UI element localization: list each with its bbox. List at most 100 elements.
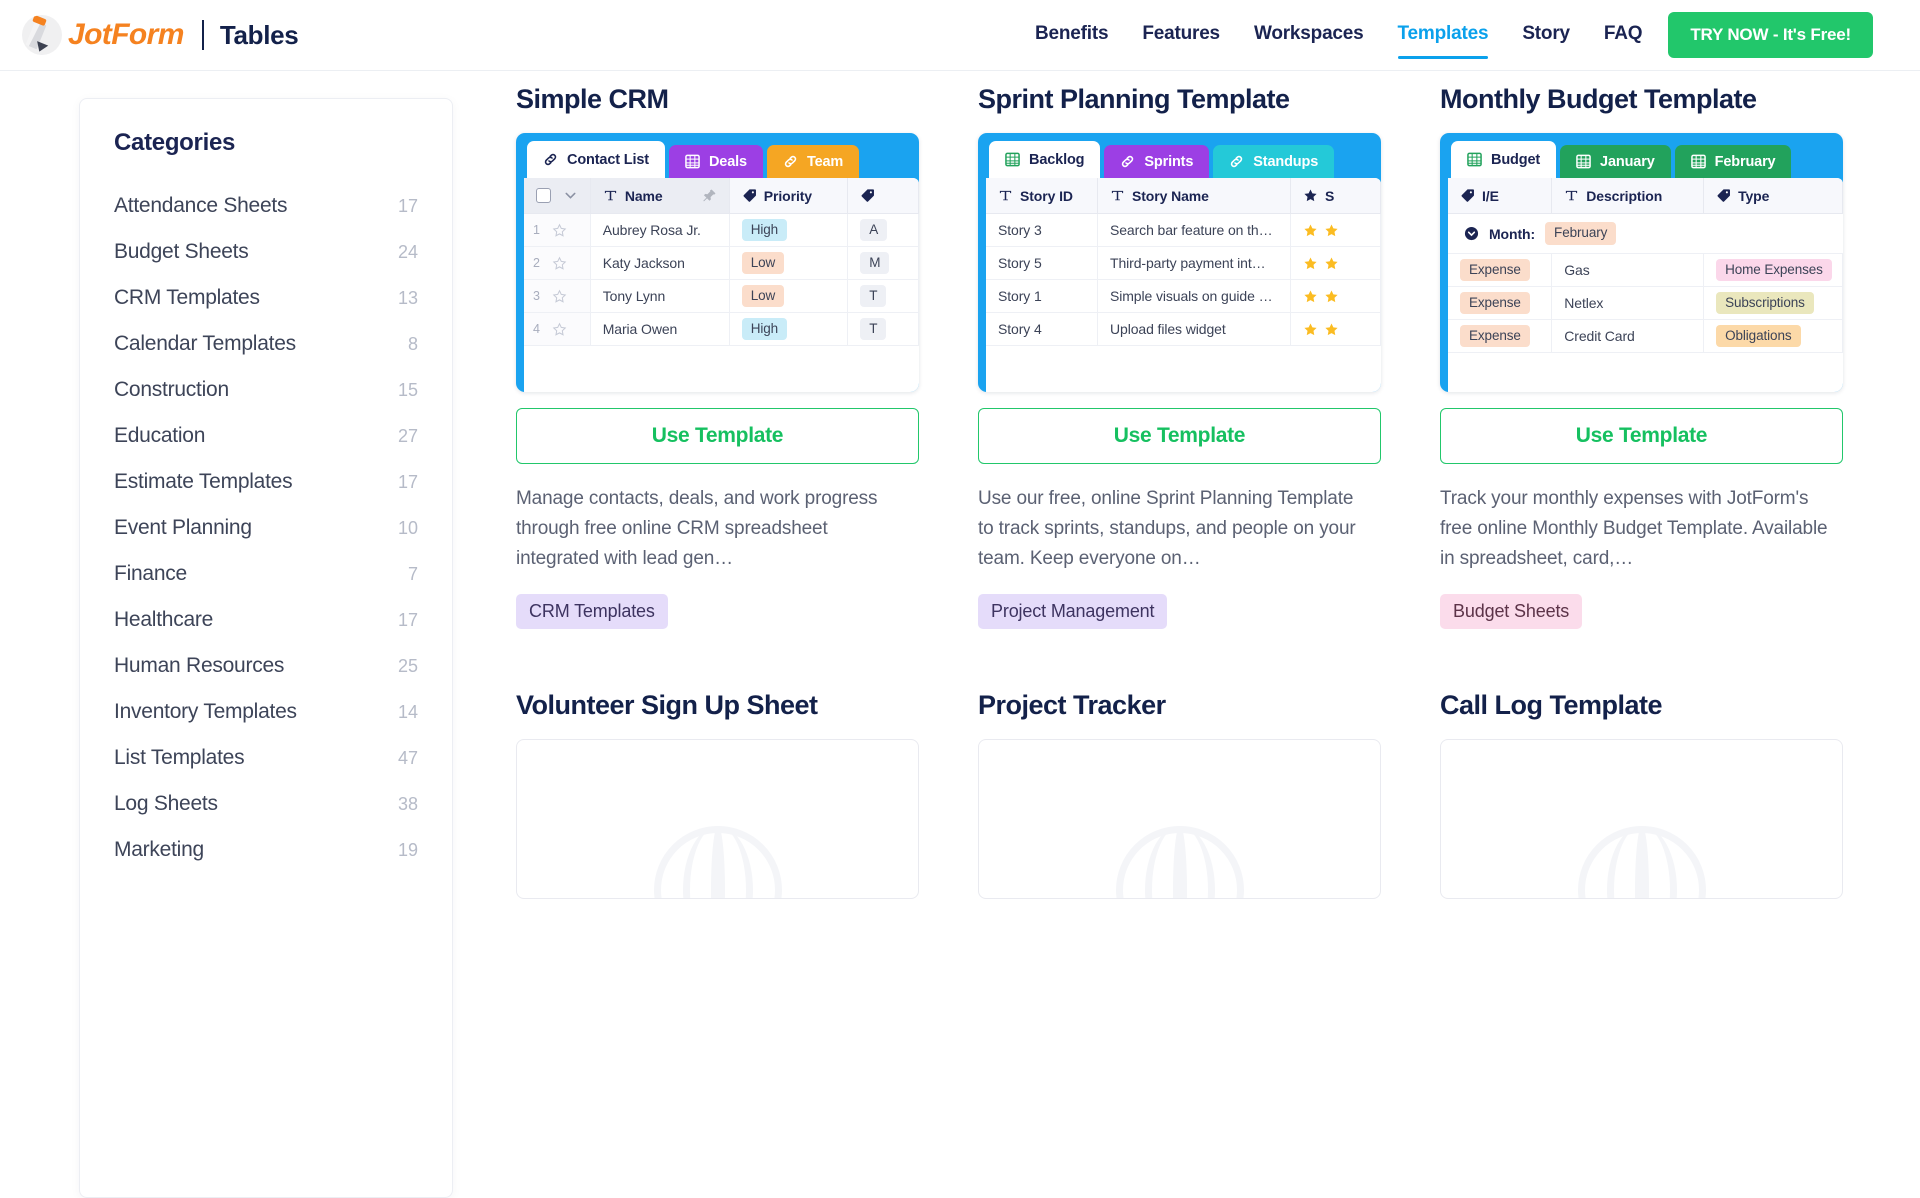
template-cards-row-2: Volunteer Sign Up Sheet Project Tracker … bbox=[516, 690, 1920, 899]
row-number: 3 bbox=[533, 289, 540, 303]
sidebar-item-list-templates[interactable]: List Templates 47 bbox=[114, 735, 418, 781]
group-row[interactable]: Month: February bbox=[1448, 214, 1843, 254]
preview-tab-deals[interactable]: Deals bbox=[668, 145, 763, 178]
cell-type: Obligations bbox=[1704, 320, 1843, 352]
nav-item-benefits[interactable]: Benefits bbox=[1035, 9, 1109, 61]
table-row[interactable]: 3 Tony Lynn Low T bbox=[524, 280, 919, 313]
table-row[interactable]: 1 Aubrey Rosa Jr. High A bbox=[524, 214, 919, 247]
table-row[interactable]: Expense Credit Card Obligations bbox=[1448, 320, 1843, 353]
template-preview-placeholder[interactable] bbox=[516, 739, 919, 899]
sidebar-item-inventory-templates[interactable]: Inventory Templates 14 bbox=[114, 689, 418, 735]
column-header-story-name[interactable]: Story Name bbox=[1098, 178, 1291, 213]
column-header-score[interactable]: S bbox=[1291, 178, 1381, 213]
cell-ie: Expense bbox=[1448, 320, 1553, 352]
template-preview[interactable]: Contact List Deals Team Name Priority 1 A… bbox=[516, 133, 919, 392]
cell-priority: High bbox=[730, 214, 849, 246]
template-preview[interactable]: Budget January February I/E Description Ty… bbox=[1440, 133, 1843, 392]
column-header-name[interactable]: Name bbox=[590, 178, 730, 213]
table-row[interactable]: Expense Gas Home Expenses bbox=[1448, 254, 1843, 287]
nav-item-templates[interactable]: Templates bbox=[1397, 9, 1489, 61]
cell-description: Credit Card bbox=[1552, 320, 1705, 352]
table-row[interactable]: 4 Maria Owen High T bbox=[524, 313, 919, 346]
template-preview[interactable]: Backlog Sprints Standups Story ID Story N… bbox=[978, 133, 1381, 392]
template-card: Simple CRM Contact List Deals Team Name P… bbox=[516, 84, 919, 629]
sidebar-item-estimate-templates[interactable]: Estimate Templates 17 bbox=[114, 459, 418, 505]
collapse-icon[interactable] bbox=[1464, 226, 1479, 241]
table-row[interactable]: Expense Netlex Subscriptions bbox=[1448, 287, 1843, 320]
extra-pill: T bbox=[860, 317, 887, 341]
sidebar-item-education[interactable]: Education 27 bbox=[114, 413, 418, 459]
cell-story-id: Story 4 bbox=[986, 313, 1098, 345]
column-header-extra[interactable] bbox=[848, 178, 919, 213]
try-now-button[interactable]: TRY NOW - It's Free! bbox=[1668, 12, 1873, 58]
checkbox-icon[interactable] bbox=[536, 188, 551, 203]
cell-name: Tony Lynn bbox=[591, 280, 730, 312]
column-header-story-id[interactable]: Story ID bbox=[986, 178, 1098, 213]
preview-tab-label: Budget bbox=[1491, 151, 1541, 168]
sidebar-item-crm-templates[interactable]: CRM Templates 13 bbox=[114, 275, 418, 321]
table-row[interactable]: 2 Katy Jackson Low M bbox=[524, 247, 919, 280]
sidebar-item-construction[interactable]: Construction 15 bbox=[114, 367, 418, 413]
preview-tab-january[interactable]: January bbox=[1560, 145, 1671, 178]
sidebar-item-marketing[interactable]: Marketing 19 bbox=[114, 827, 418, 873]
pin-icon[interactable] bbox=[702, 188, 717, 203]
star-outline-icon[interactable] bbox=[552, 256, 567, 271]
use-template-button[interactable]: Use Template bbox=[978, 408, 1381, 464]
preview-tab-budget[interactable]: Budget bbox=[1451, 141, 1557, 178]
extra-pill: T bbox=[860, 284, 887, 308]
nav-item-story[interactable]: Story bbox=[1522, 9, 1570, 61]
column-header-priority[interactable]: Priority bbox=[730, 178, 849, 213]
sidebar-item-log-sheets[interactable]: Log Sheets 38 bbox=[114, 781, 418, 827]
template-preview-placeholder[interactable] bbox=[978, 739, 1381, 899]
ie-pill: Expense bbox=[1460, 324, 1530, 348]
grid-icon bbox=[685, 154, 700, 169]
star-icon bbox=[1304, 290, 1317, 302]
star-outline-icon[interactable] bbox=[552, 289, 567, 304]
sidebar-item-human-resources[interactable]: Human Resources 25 bbox=[114, 643, 418, 689]
category-label: Attendance Sheets bbox=[114, 194, 288, 217]
column-header-select[interactable] bbox=[524, 178, 591, 213]
table-row[interactable]: Story 3 Search bar feature on th… bbox=[986, 214, 1381, 247]
category-count: 17 bbox=[397, 472, 418, 492]
preview-tab-team[interactable]: Team bbox=[766, 145, 860, 178]
sidebar-item-attendance-sheets[interactable]: Attendance Sheets 17 bbox=[114, 183, 418, 229]
preview-tab-contact-list[interactable]: Contact List bbox=[527, 141, 665, 178]
sidebar-title: Categories bbox=[114, 129, 236, 156]
category-label: Education bbox=[114, 424, 206, 447]
group-label: Month: bbox=[1489, 225, 1536, 242]
sidebar-item-calendar-templates[interactable]: Calendar Templates 8 bbox=[114, 321, 418, 367]
nav-item-features[interactable]: Features bbox=[1142, 9, 1220, 61]
use-template-button[interactable]: Use Template bbox=[516, 408, 919, 464]
preview-tab-bar: Budget January February bbox=[1448, 141, 1843, 178]
column-header-ie[interactable]: I/E bbox=[1448, 178, 1553, 213]
preview-tab-backlog[interactable]: Backlog bbox=[989, 141, 1101, 178]
link-icon bbox=[544, 153, 557, 166]
sidebar-item-healthcare[interactable]: Healthcare 17 bbox=[114, 597, 418, 643]
preview-tab-february[interactable]: February bbox=[1674, 145, 1792, 178]
template-category-tag[interactable]: Budget Sheets bbox=[1440, 594, 1583, 629]
sidebar-item-event-planning[interactable]: Event Planning 10 bbox=[114, 505, 418, 551]
nav-item-faq[interactable]: FAQ bbox=[1604, 9, 1643, 61]
nav-item-workspaces[interactable]: Workspaces bbox=[1254, 9, 1364, 61]
sidebar-item-budget-sheets[interactable]: Budget Sheets 24 bbox=[114, 229, 418, 275]
chevron-down-icon[interactable] bbox=[563, 188, 578, 203]
preview-tab-standups[interactable]: Standups bbox=[1213, 145, 1335, 178]
brand-logo[interactable]: JotForm Tables bbox=[22, 15, 299, 55]
column-header-type[interactable]: Type bbox=[1704, 178, 1843, 213]
template-preview-placeholder[interactable] bbox=[1440, 739, 1843, 899]
table-row[interactable]: Story 4 Upload files widget bbox=[986, 313, 1381, 346]
template-category-tag[interactable]: Project Management bbox=[978, 594, 1168, 629]
column-label: I/E bbox=[1482, 187, 1499, 204]
column-header-description[interactable]: Description bbox=[1552, 178, 1705, 213]
table-row[interactable]: Story 1 Simple visuals on guide … bbox=[986, 280, 1381, 313]
star-outline-icon[interactable] bbox=[552, 322, 567, 337]
use-template-button[interactable]: Use Template bbox=[1440, 408, 1843, 464]
preview-tab-sprints[interactable]: Sprints bbox=[1104, 145, 1210, 178]
star-outline-icon[interactable] bbox=[552, 223, 567, 238]
cell-priority: Low bbox=[730, 247, 849, 279]
category-count: 7 bbox=[407, 564, 418, 584]
category-label: CRM Templates bbox=[114, 286, 260, 309]
template-category-tag[interactable]: CRM Templates bbox=[516, 594, 668, 629]
table-row[interactable]: Story 5 Third-party payment int… bbox=[986, 247, 1381, 280]
sidebar-item-finance[interactable]: Finance 7 bbox=[114, 551, 418, 597]
